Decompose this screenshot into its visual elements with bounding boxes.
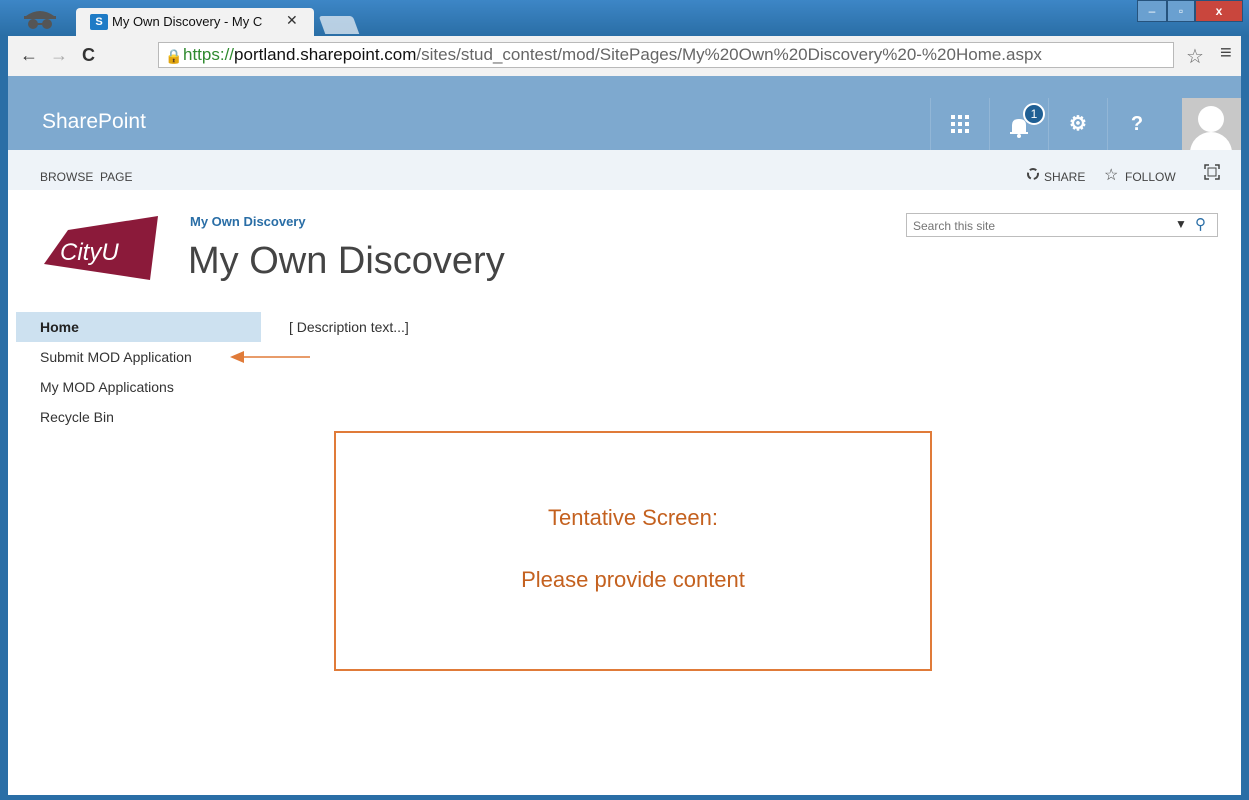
tentative-message: Please provide content xyxy=(521,567,745,592)
help-button[interactable]: ? xyxy=(1107,98,1166,150)
tab-close-icon[interactable]: ✕ xyxy=(286,12,298,29)
incognito-icon xyxy=(24,11,56,29)
site-breadcrumb[interactable]: My Own Discovery xyxy=(190,214,306,229)
page-content: SharePoint 1 ⚙ ? BROWSE PAGE SHARE ☆ FOL… xyxy=(8,76,1241,795)
avatar-head xyxy=(1198,106,1224,132)
nav-item-submit-mod-application[interactable]: Submit MOD Application xyxy=(16,342,261,372)
search-scope-dropdown-icon[interactable]: ▼ xyxy=(1175,217,1187,231)
tentative-screen-box: Tentative Screen: Please provide content xyxy=(334,431,932,671)
ribbon-bar: BROWSE PAGE SHARE ☆ FOLLOW xyxy=(8,150,1241,190)
chrome-menu-icon[interactable]: ≡ xyxy=(1220,42,1232,65)
avatar-body xyxy=(1190,132,1232,150)
browser-tab-active[interactable]: S My Own Discovery - My C ✕ xyxy=(76,8,314,36)
search-icon[interactable]: ⚲ xyxy=(1195,215,1206,233)
avatar[interactable] xyxy=(1182,98,1241,150)
nav-item-my-mod-applications[interactable]: My MOD Applications xyxy=(16,372,261,402)
reload-button[interactable]: C xyxy=(82,45,95,66)
share-button[interactable]: SHARE xyxy=(1044,170,1085,184)
url-path: /sites/stud_contest/mod/SitePages/My%20O… xyxy=(416,45,1042,64)
notification-count-badge: 1 xyxy=(1023,103,1045,125)
back-button[interactable]: ← xyxy=(20,45,38,66)
search-box: ▼ ⚲ xyxy=(906,213,1218,237)
follow-button[interactable]: FOLLOW xyxy=(1125,170,1176,184)
tab-browse[interactable]: BROWSE xyxy=(40,170,93,184)
browser-toolbar: ← → C 🔒 https://portland.sharepoint.com/… xyxy=(8,36,1241,76)
share-icon[interactable] xyxy=(1026,167,1040,182)
minimize-button[interactable]: – xyxy=(1137,0,1167,22)
tab-title: My Own Discovery - My C xyxy=(112,14,263,29)
quick-launch-nav: Home Submit MOD Application My MOD Appli… xyxy=(16,312,261,432)
annotation-arrow-icon xyxy=(230,351,310,363)
tentative-heading: Tentative Screen: xyxy=(548,505,718,530)
sharepoint-favicon-icon: S xyxy=(90,14,108,30)
search-input[interactable] xyxy=(911,216,1165,236)
settings-gear-icon[interactable]: ⚙ xyxy=(1048,98,1107,150)
url-scheme: https:// xyxy=(183,45,235,64)
url-text: https://portland.sharepoint.com/sites/st… xyxy=(183,43,1042,67)
title-bar: S My Own Discovery - My C ✕ – ▫ x xyxy=(0,0,1249,36)
close-window-button[interactable]: x xyxy=(1195,0,1243,22)
focus-content-icon[interactable] xyxy=(1204,164,1220,183)
window-controls: – ▫ x xyxy=(1137,0,1243,22)
forward-button[interactable]: → xyxy=(50,45,68,66)
maximize-button[interactable]: ▫ xyxy=(1167,0,1195,22)
waffle-icon xyxy=(951,115,969,133)
page-description: [ Description text...] xyxy=(289,319,409,335)
tab-page[interactable]: PAGE xyxy=(100,170,132,184)
nav-item-recycle-bin[interactable]: Recycle Bin xyxy=(16,402,261,432)
browser-window: S My Own Discovery - My C ✕ – ▫ x ← → C … xyxy=(0,0,1249,800)
url-host: portland.sharepoint.com xyxy=(234,45,417,64)
lock-icon: 🔒 xyxy=(165,48,183,64)
page-title[interactable]: My Own Discovery xyxy=(188,240,505,283)
address-bar[interactable]: 🔒 https://portland.sharepoint.com/sites/… xyxy=(158,42,1174,68)
nav-item-home[interactable]: Home xyxy=(16,312,261,342)
suite-bar: SharePoint 1 ⚙ ? xyxy=(8,76,1241,150)
bookmark-star-icon[interactable]: ☆ xyxy=(1186,44,1204,69)
sharepoint-brand[interactable]: SharePoint xyxy=(42,110,146,134)
app-launcher-icon[interactable] xyxy=(930,98,989,150)
cityu-logo[interactable]: CityU xyxy=(44,214,164,282)
follow-star-icon[interactable]: ☆ xyxy=(1104,165,1118,185)
new-tab-button[interactable] xyxy=(318,16,360,34)
logo-text: CityU xyxy=(60,239,119,266)
